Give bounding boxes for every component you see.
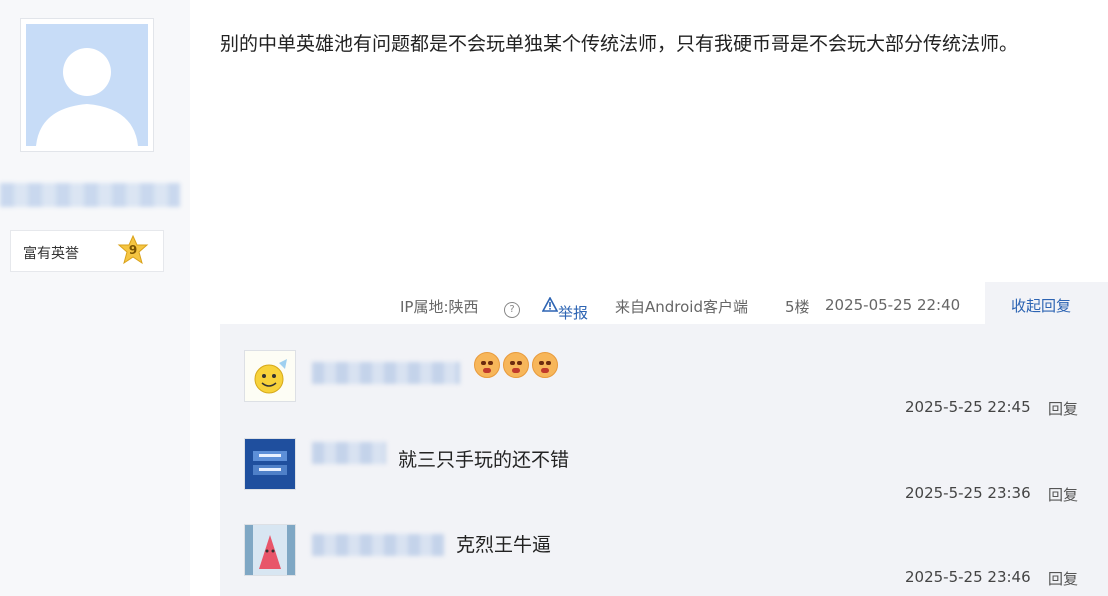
ip-location: IP属地:陕西 xyxy=(400,298,479,316)
angry-face-icon xyxy=(474,352,500,378)
reply-item: 2025-5-25 22:45 回复 xyxy=(220,324,1108,418)
default-user-avatar-icon xyxy=(26,24,148,146)
level-number: 9 xyxy=(128,243,138,257)
reply-username-blurred[interactable] xyxy=(312,362,460,384)
reply-text: 就三只手玩的还不错 xyxy=(398,449,570,471)
report-link[interactable]: 举报 xyxy=(541,296,588,322)
reply-item: 克烈王牛逼 2025-5-25 23:46 回复 xyxy=(220,498,1108,588)
reply-avatar[interactable] xyxy=(244,350,296,402)
reply-avatar[interactable] xyxy=(244,524,296,576)
honor-badge[interactable]: 富有英誉 9 xyxy=(10,230,164,272)
author-column: 富有英誉 9 xyxy=(0,0,190,596)
honor-label: 富有英誉 xyxy=(23,246,79,262)
client-source: 来自Android客户端 xyxy=(615,298,748,316)
post-time: 2025-05-25 22:40 xyxy=(825,296,961,314)
angry-face-icon xyxy=(503,352,529,378)
reply-emojis xyxy=(474,352,561,378)
reply-button[interactable]: 回复 xyxy=(1048,568,1078,589)
author-avatar[interactable] xyxy=(20,18,154,152)
post-content: 别的中单英雄池有问题都是不会玩单独某个传统法师，只有我硬币哥是不会玩大部分传统法… xyxy=(220,33,1019,55)
collapse-replies-button[interactable]: 收起回复 xyxy=(1011,295,1071,316)
reply-list: 2025-5-25 22:45 回复 就三只手玩的还不错 2025-5-25 2… xyxy=(220,324,1108,596)
report-label: 举报 xyxy=(558,304,589,322)
reply-username-blurred[interactable] xyxy=(312,442,386,464)
level-star-icon: 9 xyxy=(117,234,149,267)
author-username-blurred[interactable] xyxy=(0,183,180,207)
angry-face-icon xyxy=(532,352,558,378)
floor-number: 5楼 xyxy=(785,298,810,316)
reply-text: 克烈王牛逼 xyxy=(456,534,552,556)
reply-time: 2025-5-25 23:46 xyxy=(905,568,1031,586)
reply-avatar[interactable] xyxy=(244,438,296,490)
warning-triangle-icon xyxy=(541,296,559,312)
reply-username-blurred[interactable] xyxy=(312,534,444,556)
collapse-replies-tab[interactable]: 收起回复 xyxy=(985,282,1108,324)
reply-item: 就三只手玩的还不错 2025-5-25 23:36 回复 xyxy=(220,412,1108,504)
